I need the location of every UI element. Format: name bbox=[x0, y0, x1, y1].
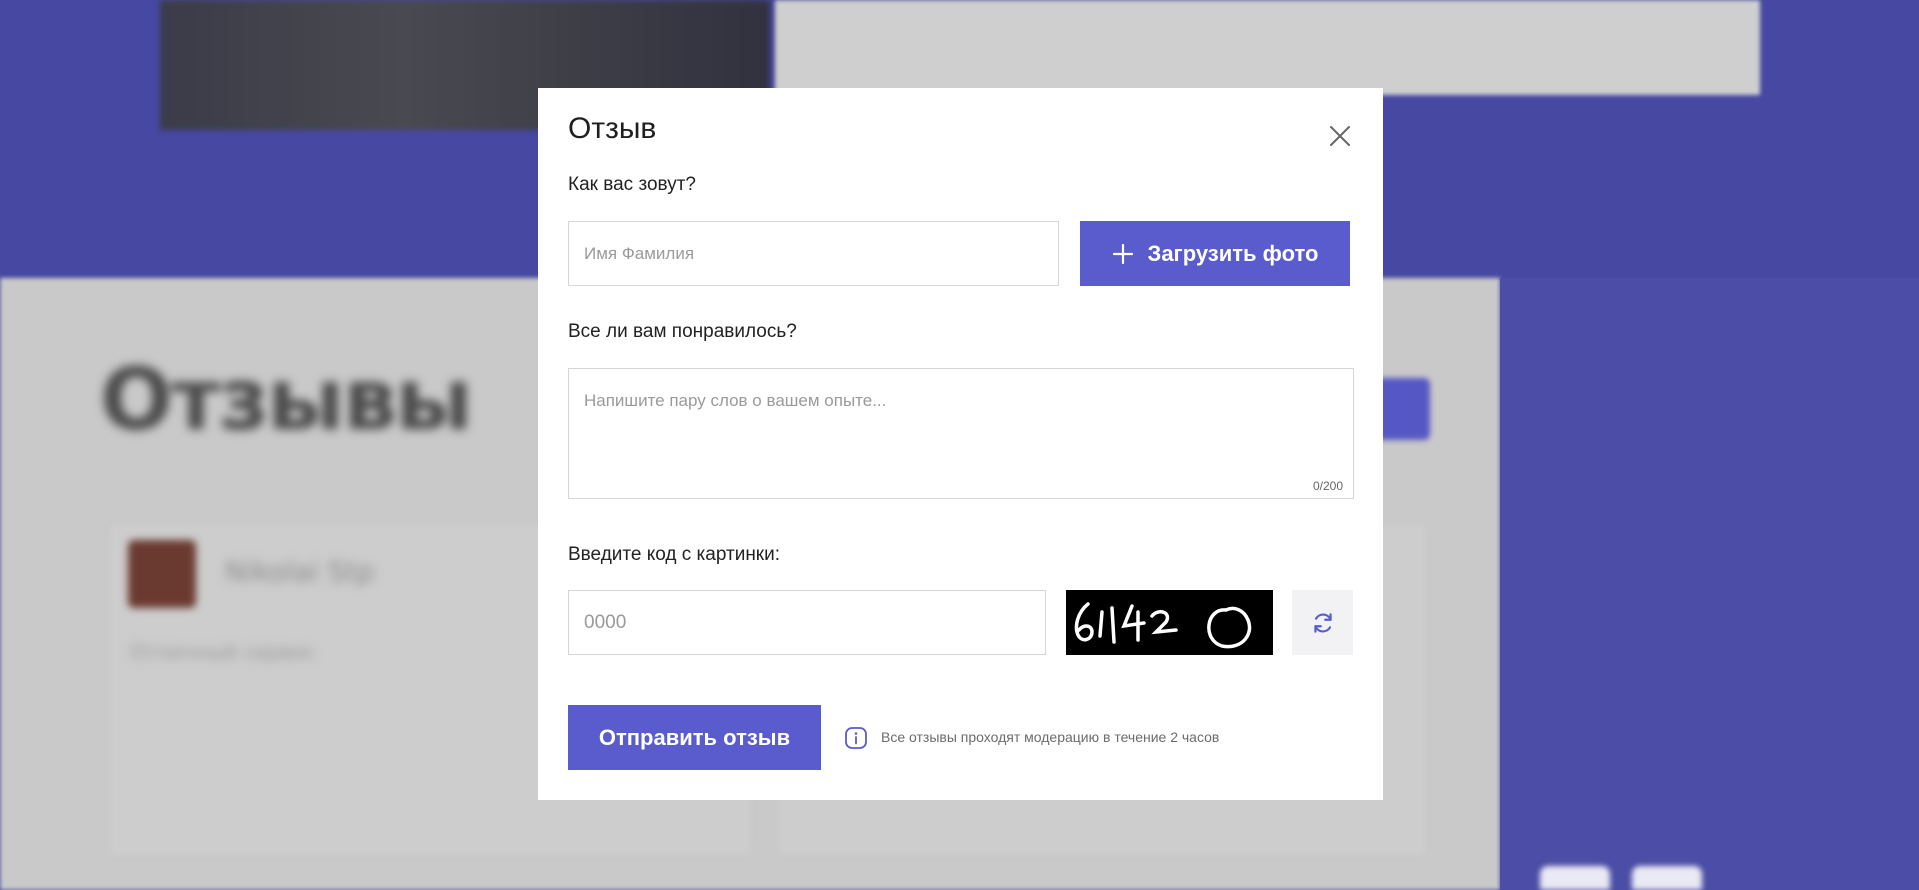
submit-review-button[interactable]: Отправить отзыв bbox=[568, 705, 821, 770]
close-icon[interactable] bbox=[1328, 124, 1352, 148]
refresh-captcha-button[interactable] bbox=[1292, 590, 1353, 655]
plus-icon bbox=[1112, 243, 1133, 264]
review-author: Nikolai Stp bbox=[225, 555, 375, 588]
name-input[interactable] bbox=[568, 221, 1059, 286]
nav-pill bbox=[1540, 866, 1610, 890]
name-label: Как вас зовут? bbox=[568, 174, 696, 195]
upload-photo-label: Загрузить фото bbox=[1147, 240, 1319, 266]
captcha-image bbox=[1066, 590, 1273, 655]
upload-photo-button[interactable]: Загрузить фото bbox=[1080, 221, 1350, 286]
feedback-textarea[interactable] bbox=[568, 368, 1354, 499]
modal-title: Отзыв bbox=[568, 112, 657, 145]
feedback-label: Все ли вам понравилось? bbox=[568, 321, 797, 342]
char-counter: 0/200 bbox=[1313, 479, 1344, 493]
captcha-label: Введите код с картинки: bbox=[568, 544, 781, 565]
nav-pill bbox=[1632, 866, 1702, 890]
captcha-input[interactable] bbox=[568, 590, 1046, 655]
right-column bbox=[1500, 278, 1919, 890]
section-title: Отзывы bbox=[100, 350, 473, 450]
moderation-note: Все отзывы проходят модерацию в течение … bbox=[881, 729, 1220, 745]
info-icon bbox=[845, 727, 867, 749]
review-text: Отличный сервис bbox=[130, 640, 315, 664]
review-modal: Отзыв Как вас зовут? Загрузить фото Все … bbox=[538, 88, 1383, 800]
captcha-code-drawing bbox=[1074, 602, 1252, 649]
avatar bbox=[128, 540, 196, 608]
refresh-icon bbox=[1313, 612, 1332, 633]
hero-panel bbox=[775, 0, 1760, 95]
